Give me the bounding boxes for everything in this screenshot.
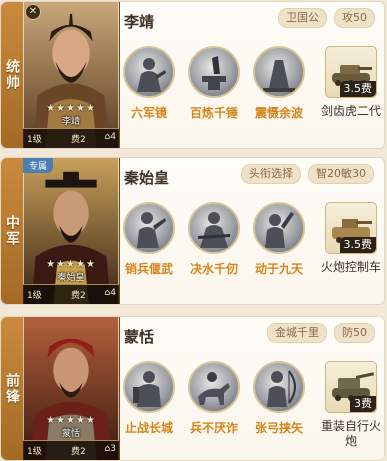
- hero-level: 1级: [27, 135, 42, 145]
- equipment-cost: 3费: [350, 396, 376, 412]
- anvil-icon: [188, 46, 240, 98]
- skill-slot-3[interactable]: 动于九天: [249, 202, 309, 277]
- star-rating: ★★★★★: [46, 415, 96, 426]
- stat-tag: 智20敏30: [308, 164, 374, 184]
- hero-caption: 秦始皇: [57, 273, 85, 283]
- stat-tag: 防50: [334, 323, 375, 343]
- equipment-name: 火炮控制车: [320, 260, 381, 274]
- artillery-car-icon: 3.5费: [325, 202, 377, 254]
- stat-tag: 攻50: [334, 8, 375, 28]
- hero-level: 1级: [27, 291, 42, 301]
- hero-stats-bar: 1级 费2 ⌂4: [23, 128, 119, 148]
- hero-name: 秦始皇: [124, 169, 170, 187]
- title-tag[interactable]: 金城千里: [267, 323, 327, 343]
- hero-stats-bar: 1级 费2 ⌂4: [23, 284, 119, 304]
- hero-portrait[interactable]: 专属 ★★★★★ 秦始皇 1级 费2 ⌂4: [23, 158, 120, 304]
- close-icon[interactable]: ✕: [25, 4, 41, 20]
- role-label: 中军: [4, 215, 20, 247]
- horse-rider-icon: [188, 361, 240, 413]
- skill-label: 止战长城: [124, 421, 173, 435]
- hero-level: 1级: [27, 447, 42, 457]
- hero-card-2[interactable]: 中军 专属 ★★★★★ 秦始皇 1级 费2 ⌂4 秦始皇 头衔选择 智20敏30…: [0, 157, 385, 305]
- skill-label: 销兵偃武: [124, 262, 173, 276]
- hero-caption: 李靖: [61, 117, 80, 127]
- skill-slot-2[interactable]: 决水千仞: [184, 202, 244, 277]
- equipment-cost: 3.5费: [339, 81, 376, 97]
- skill-label: 百炼千锤: [189, 106, 238, 120]
- star-rating: ★★★★★: [46, 103, 96, 114]
- equipment-cost: 3.5费: [339, 237, 376, 253]
- skill-label: 决水千仞: [189, 262, 238, 276]
- archer-icon: [253, 361, 305, 413]
- hero-move: ⌂4: [104, 132, 116, 142]
- hero-portrait[interactable]: ★★★★★ 蒙恬 1级 费2 ⌂3: [23, 317, 120, 460]
- role-strip: 前锋: [1, 317, 23, 460]
- skill-slot-3[interactable]: 张弓挟矢: [249, 361, 309, 436]
- hero-card-3[interactable]: 前锋 ★★★★★ 蒙恬 1级 费2 ⌂3 蒙恬 金城千里 防50 止战长城 兵不…: [0, 316, 385, 461]
- hero-name: 蒙恬: [124, 328, 155, 346]
- lineup-page: 统帅 ✕ ★★★★★ 李靖 1级 费2 ⌂4 李靖 卫国公 攻50 六军镜 百炼…: [0, 0, 387, 461]
- monument-icon: [253, 46, 305, 98]
- self-propelled-gun-icon: 3费: [325, 361, 377, 413]
- skill-slot-2[interactable]: 百炼千锤: [184, 46, 244, 121]
- hero-move: ⌂3: [104, 444, 116, 454]
- role-label: 统帅: [4, 59, 20, 91]
- skill-slot-1[interactable]: 销兵偃武: [119, 202, 179, 277]
- hero-cost: 费2: [71, 447, 86, 457]
- strategist-icon: [123, 46, 175, 98]
- title-select-tag[interactable]: 头衔选择: [241, 164, 301, 184]
- exclusive-tag: 专属: [23, 158, 54, 173]
- skill-label: 六军镜: [130, 106, 167, 120]
- equipment-slot[interactable]: 3.5费 火炮控制车: [318, 202, 384, 275]
- hero-caption: 蒙恬: [61, 429, 80, 439]
- star-rating: ★★★★★: [46, 259, 96, 270]
- role-strip: 统帅: [1, 2, 23, 148]
- warrior-icon: [188, 202, 240, 254]
- skill-label: 动于九天: [254, 262, 303, 276]
- skill-label: 兵不厌诈: [189, 421, 238, 435]
- equipment-name: 重装自行火炮: [320, 419, 381, 448]
- pointing-figure-icon: [253, 202, 305, 254]
- skill-slot-3[interactable]: 震慑余波: [249, 46, 309, 121]
- hero-name: 李靖: [124, 13, 155, 31]
- hero-portrait[interactable]: ✕ ★★★★★ 李靖 1级 费2 ⌂4: [23, 2, 120, 148]
- equipment-name: 剑齿虎二代: [320, 104, 381, 118]
- equipment-slot[interactable]: 3.5费 剑齿虎二代: [318, 46, 384, 119]
- hero-move: ⌂4: [104, 288, 116, 298]
- role-label: 前锋: [4, 372, 20, 405]
- skill-label: 震慑余波: [254, 106, 303, 120]
- skill-slot-1[interactable]: 止战长城: [119, 361, 179, 436]
- armored-soldier-icon: [123, 361, 175, 413]
- skill-slot-1[interactable]: 六军镜: [119, 46, 179, 121]
- hero-cost: 费2: [71, 291, 86, 301]
- skill-label: 张弓挟矢: [254, 421, 303, 435]
- role-strip: 中军: [1, 158, 23, 304]
- skill-slot-2[interactable]: 兵不厌诈: [184, 361, 244, 436]
- tank-icon: 3.5费: [325, 46, 377, 98]
- title-tag[interactable]: 卫国公: [278, 8, 327, 28]
- hero-stats-bar: 1级 费2 ⌂3: [23, 440, 119, 460]
- hero-card-1[interactable]: 统帅 ✕ ★★★★★ 李靖 1级 费2 ⌂4 李靖 卫国公 攻50 六军镜 百炼…: [0, 1, 385, 149]
- equipment-slot[interactable]: 3费 重装自行火炮: [318, 361, 384, 449]
- kneeling-figure-icon: [123, 202, 175, 254]
- hero-cost: 费2: [71, 135, 86, 145]
